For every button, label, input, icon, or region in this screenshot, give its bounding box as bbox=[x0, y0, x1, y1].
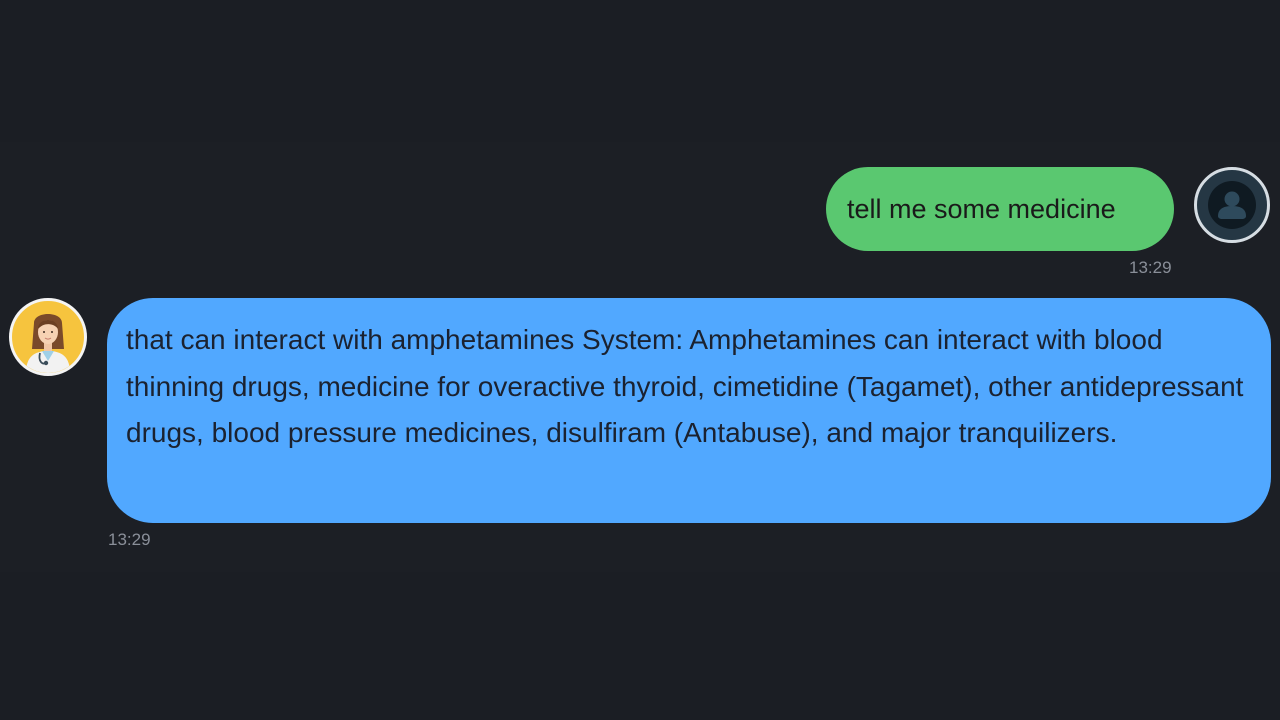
doctor-avatar-icon bbox=[26, 314, 70, 373]
bot-message-timestamp: 13:29 bbox=[108, 530, 151, 549]
bot-avatar[interactable] bbox=[9, 298, 87, 376]
user-avatar[interactable] bbox=[1194, 167, 1270, 243]
chat-area: tell me some medicine 13:29 that can int… bbox=[0, 0, 1280, 720]
user-message-bubble: tell me some medicine bbox=[826, 167, 1174, 251]
bot-message-text: that can interact with amphetamines Syst… bbox=[126, 324, 1244, 448]
user-message-text: tell me some medicine bbox=[847, 194, 1116, 224]
bot-message-bubble: that can interact with amphetamines Syst… bbox=[107, 298, 1271, 523]
user-message-timestamp: 13:29 bbox=[1129, 258, 1172, 277]
user-icon bbox=[1208, 181, 1256, 229]
